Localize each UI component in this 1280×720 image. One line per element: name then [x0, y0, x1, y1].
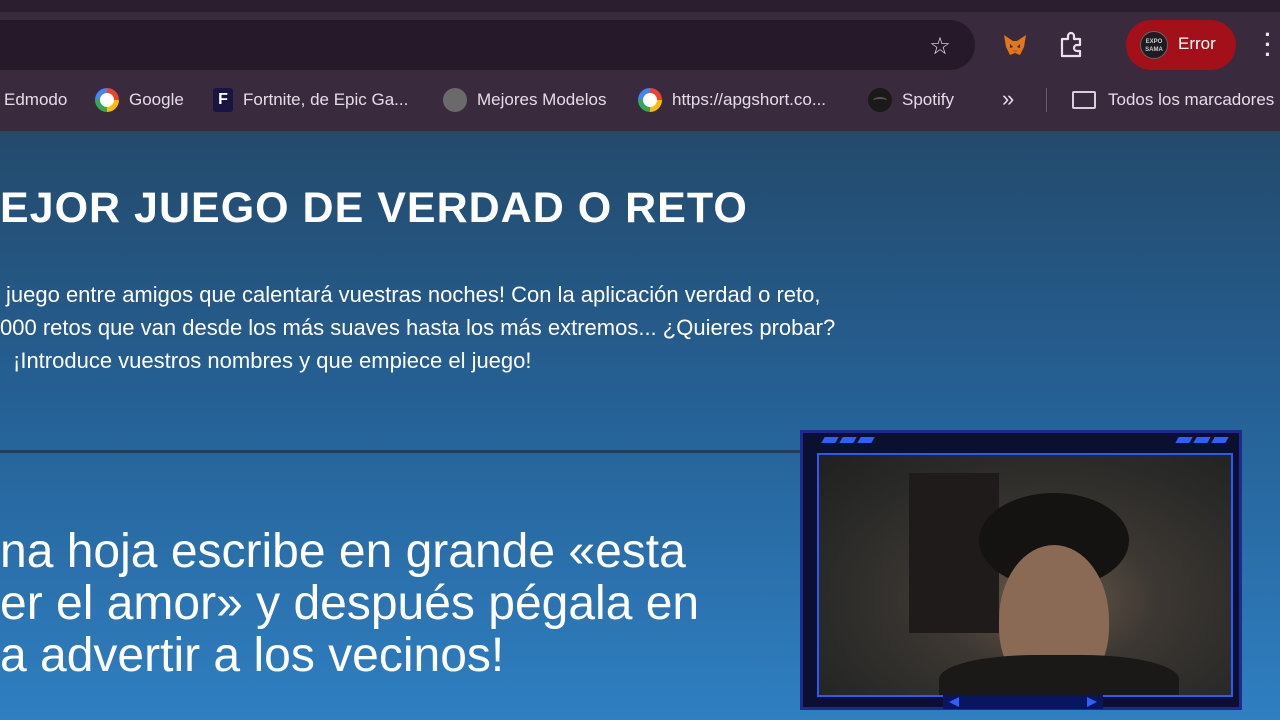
folder-icon [1072, 91, 1096, 109]
profile-error-label: Error [1178, 34, 1216, 53]
bear-icon [443, 88, 467, 112]
intro-line: juego entre amigos que calentará vuestra… [6, 282, 821, 307]
bookmark-label: Fortnite, de Epic Ga... [243, 90, 409, 109]
bookmark-google[interactable]: Google [95, 78, 184, 122]
all-bookmarks-folder[interactable]: Todos los marcadores [1072, 78, 1274, 122]
webcam-frame-accent [1175, 437, 1229, 445]
dare-line: a advertir a los vecinos! [0, 629, 505, 682]
webcam-frame-bottom-bar [943, 695, 1103, 709]
intro-line: ¡Introduce vuestros nombres y que empiec… [13, 348, 532, 373]
fortnite-icon: F [213, 88, 233, 112]
bookmarks-separator [1046, 88, 1047, 112]
spotify-icon [868, 88, 892, 112]
google-icon [95, 88, 119, 112]
bookmark-mejores-modelos[interactable]: Mejores Modelos [443, 78, 606, 122]
bookmark-label: https://apgshort.co... [672, 90, 827, 109]
metamask-fox-icon[interactable] [1000, 30, 1030, 60]
browser-menu-icon[interactable]: · · · [1260, 24, 1276, 66]
bookmarks-bar: Edmodo Google F Fortnite, de Epic Ga... … [0, 78, 1280, 132]
intro-paragraph: juego entre amigos que calentará vuestra… [0, 278, 835, 377]
bookmark-label: Mejores Modelos [477, 90, 607, 109]
webcam-frame-accent [821, 437, 875, 445]
page-content: EJOR JUEGO DE VERDAD O RETO juego entre … [0, 132, 1280, 720]
section-divider [0, 450, 800, 453]
bookmark-edmodo[interactable]: Edmodo [4, 78, 67, 122]
extensions-puzzle-icon[interactable] [1056, 30, 1086, 60]
intro-line: 000 retos que van desde los más suaves h… [0, 315, 836, 340]
bookmark-label: Spotify [902, 90, 954, 109]
dare-line: er el amor» y después pégala en [0, 577, 700, 630]
bookmark-star-icon[interactable]: ☆ [926, 32, 954, 60]
webcam-video [817, 453, 1233, 697]
profile-error-button[interactable]: EXPO SAMA Error [1126, 20, 1236, 70]
dare-line: na hoja escribe en grande «esta [0, 525, 686, 578]
page-title: EJOR JUEGO DE VERDAD O RETO [0, 184, 748, 232]
browser-toolbar: ☆ EXPO SAMA Error · · · [0, 12, 1280, 78]
dare-text: na hoja escribe en grande «esta er el am… [0, 526, 699, 682]
window-top-strip [0, 0, 1280, 12]
more-bookmarks-chevron-icon[interactable]: » [1002, 86, 1014, 112]
all-bookmarks-label: Todos los marcadores [1108, 90, 1275, 109]
bookmark-spotify[interactable]: Spotify [868, 78, 954, 122]
bookmark-label: Google [129, 90, 184, 109]
bookmark-fortnite[interactable]: F Fortnite, de Epic Ga... [213, 78, 408, 122]
webcam-person-body [939, 655, 1179, 695]
profile-avatar: EXPO SAMA [1140, 31, 1168, 59]
google-icon [638, 88, 662, 112]
address-bar[interactable] [0, 20, 975, 70]
bookmark-label: Edmodo [4, 90, 68, 109]
webcam-overlay [800, 430, 1242, 710]
bookmark-apgshort[interactable]: https://apgshort.co... [638, 78, 826, 122]
